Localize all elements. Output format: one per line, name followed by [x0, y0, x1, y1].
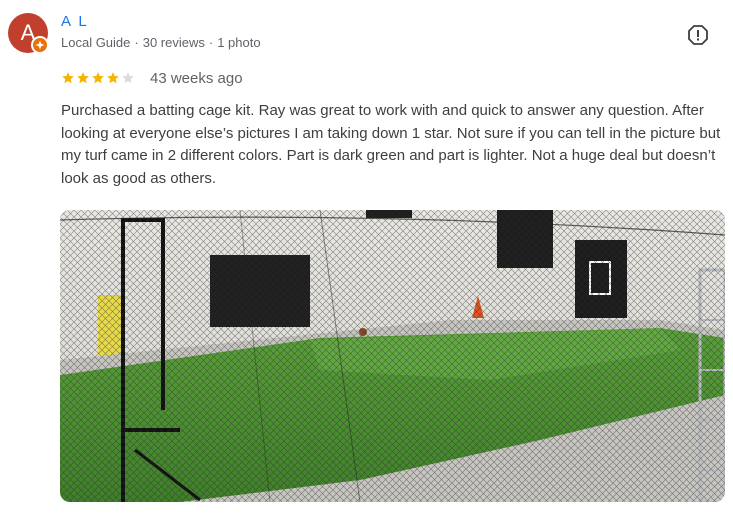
review-text: Purchased a batting cage kit. Ray was gr… — [61, 102, 721, 187]
star-empty-icon — [122, 72, 134, 84]
meta-separator: · — [208, 35, 214, 50]
local-guide-label: Local Guide — [61, 35, 131, 50]
star-filled-icon — [92, 72, 104, 84]
star-filled-icon — [62, 72, 74, 84]
report-flag-icon[interactable] — [687, 24, 709, 46]
reviewer-name[interactable]: A L — [61, 13, 89, 30]
reviewer-meta: Local Guide · 30 reviews · 1 photo — [61, 35, 261, 50]
review-photo[interactable] — [60, 210, 725, 502]
batting-cage-image — [60, 210, 725, 502]
star-rating — [61, 71, 135, 85]
local-guide-badge-icon — [31, 36, 49, 54]
star-filled-icon — [77, 72, 89, 84]
meta-separator: · — [134, 35, 139, 50]
photos-count: 1 photo — [217, 35, 261, 50]
star-filled-icon — [107, 72, 119, 84]
review-time: 43 weeks ago — [150, 70, 243, 87]
reviews-count: 30 reviews — [142, 35, 205, 50]
